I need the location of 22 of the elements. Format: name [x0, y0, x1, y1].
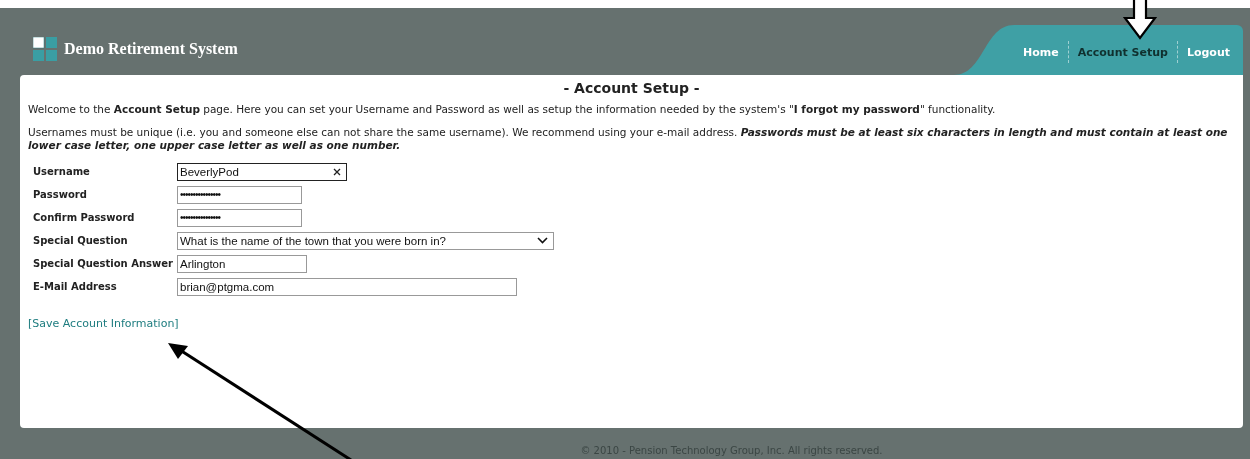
field-label: Password	[33, 189, 88, 200]
select-field[interactable]: What is the name of the town that you were born in?	[177, 231, 554, 250]
input-field[interactable]: Arlington	[177, 254, 307, 273]
page-title: - Account Setup -	[562, 80, 701, 96]
input-field[interactable]: BeverlyPod	[177, 162, 347, 181]
logo-icon	[33, 37, 57, 61]
field-label: E-Mail Address	[33, 281, 118, 292]
password-field[interactable]: ••••••••••••••••	[177, 185, 302, 204]
field-label: Special Question Answer	[33, 258, 174, 269]
field-label: Confirm Password	[33, 212, 136, 223]
field-label: Special Question	[33, 235, 129, 246]
annotation-arrow	[1123, 0, 1157, 40]
paragraph: Usernames must be unique (i.e. you and someone else can not share the same username). We recommend using your e-mail address. Passwords must be at least six characters in length and must contain at least one lower case letter, one upper case letter as well as one number.	[28, 126, 1229, 152]
clear-icon[interactable]	[333, 167, 341, 176]
field-label: Username	[33, 166, 91, 177]
password-field[interactable]: ••••••••••••••••	[177, 208, 302, 227]
app-title: Demo Retirement System	[64, 40, 238, 58]
input-field[interactable]: brian@ptgma.com	[177, 277, 517, 296]
paragraph: Welcome to the Account Setup page. Here you can set your Username and Password as well as setup the information needed by the system's "I forgot my password" functionality.	[28, 103, 997, 116]
nav-link[interactable]: Account Setup	[1068, 45, 1177, 59]
chevron-down-icon	[537, 237, 548, 244]
save-link[interactable]: [Save Account Information]	[28, 317, 179, 330]
